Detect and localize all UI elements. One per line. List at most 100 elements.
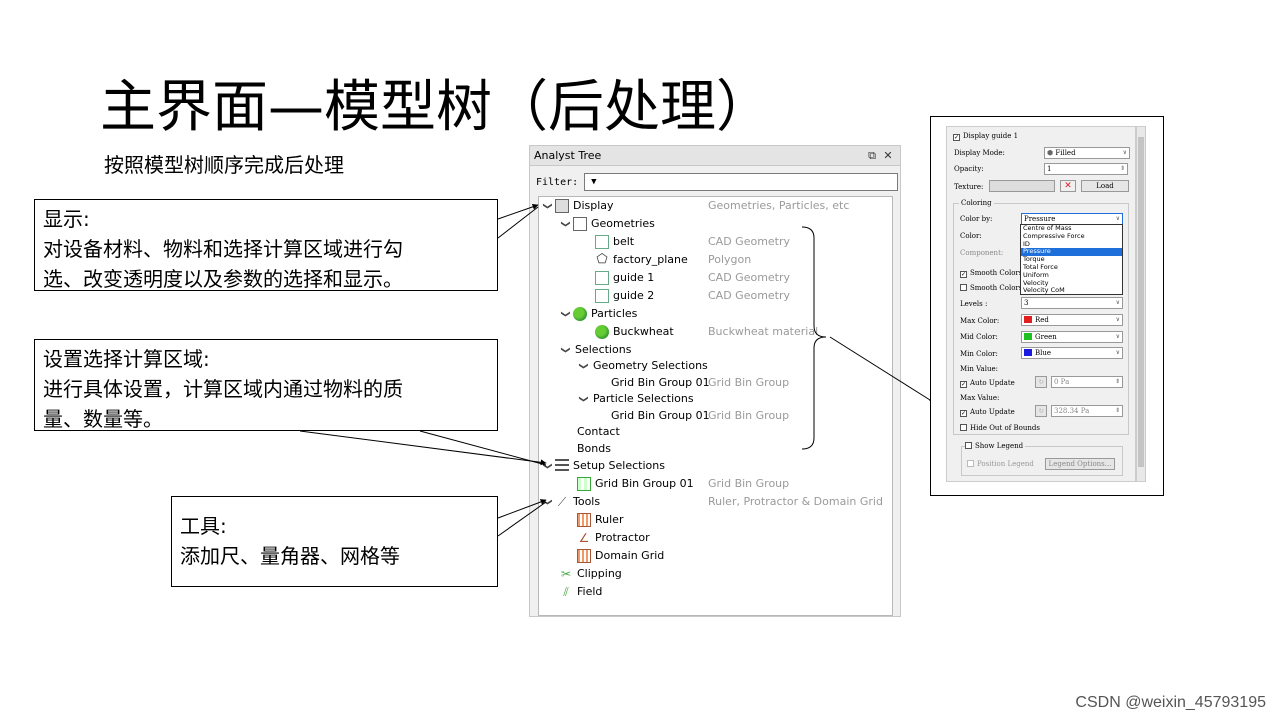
filter-label: Filter: xyxy=(536,176,579,188)
tree-item-grid-bin-group-part[interactable]: Grid Bin Group 01 xyxy=(611,407,710,425)
auto-update-checkbox-1[interactable]: ✓ Auto Update xyxy=(960,378,1015,388)
chevron-down-icon[interactable]: ❯ xyxy=(538,496,556,508)
checkbox-unchecked-icon[interactable] xyxy=(960,424,967,431)
tree-item-label: Setup Selections xyxy=(573,459,665,472)
min-color-combo[interactable]: Blue ∨ xyxy=(1021,347,1123,359)
particle-material-icon xyxy=(595,325,609,339)
display-guide-checkbox[interactable]: ✓ Display guide 1 xyxy=(953,131,1018,141)
checkbox-checked-icon[interactable]: ✓ xyxy=(953,134,960,141)
spin-icon: ⇕ xyxy=(1114,378,1120,385)
tree-item-grid-bin-group-setup[interactable]: Grid Bin Group 01 xyxy=(575,475,694,493)
tree-item-geometry-selections[interactable]: ❯ Geometry Selections xyxy=(577,357,708,375)
tree-item-label: Geometries xyxy=(591,217,655,230)
dropdown-option[interactable]: Velocity CoM xyxy=(1021,287,1122,295)
close-icon[interactable]: ✕ xyxy=(880,149,896,162)
auto-update-checkbox-2[interactable]: ✓ Auto Update xyxy=(960,407,1015,417)
checkbox-checked-icon[interactable]: ✓ xyxy=(960,410,967,417)
cad-geometry-icon xyxy=(595,289,609,303)
tree-item-belt[interactable]: belt xyxy=(593,233,634,251)
callout-display-line2: 对设备材料、物料和选择计算区域进行勾 xyxy=(43,237,403,261)
hide-out-of-bounds-checkbox[interactable]: Hide Out of Bounds xyxy=(960,423,1040,433)
tree-item-label: Grid Bin Group 01 xyxy=(595,477,694,490)
tree-item-bonds[interactable]: Bonds xyxy=(577,440,611,458)
chevron-down-icon[interactable]: ❯ xyxy=(574,393,592,405)
tree-item-desc: CAD Geometry xyxy=(708,289,791,302)
watermark: CSDN @weixin_45793195 xyxy=(1075,694,1266,711)
mid-color-combo[interactable]: Green ∨ xyxy=(1021,331,1123,343)
properties-scrollbar[interactable] xyxy=(1136,126,1146,482)
refresh-icon[interactable]: ↻ xyxy=(1035,405,1047,417)
opacity-spinbox[interactable]: 1 ⇕ xyxy=(1044,163,1128,175)
min-value-spinbox[interactable]: 0 Pa ⇕ xyxy=(1051,376,1123,388)
max-value-spinbox[interactable]: 328.34 Pa ⇕ xyxy=(1051,405,1123,417)
texture-field[interactable] xyxy=(989,180,1055,192)
max-value-label: Max Value: xyxy=(960,394,1000,402)
chevron-down-icon: ∨ xyxy=(1115,349,1120,356)
checkbox-checked-icon[interactable]: ✓ xyxy=(960,271,967,278)
chevron-down-icon[interactable]: ❯ xyxy=(556,308,574,320)
callout-display-line3: 选、改变透明度以及参数的选择和显示。 xyxy=(43,267,403,291)
chevron-down-icon[interactable]: ❯ xyxy=(556,218,574,230)
chevron-down-icon[interactable]: ❯ xyxy=(556,344,574,356)
checkbox-unchecked-icon[interactable] xyxy=(967,460,974,467)
refresh-icon[interactable]: ↻ xyxy=(1035,376,1047,388)
chevron-down-icon[interactable]: ❯ xyxy=(538,460,556,472)
color-by-dropdown-list[interactable]: Centre of Mass Compressive Force ID Pressur… xyxy=(1020,224,1123,295)
coloring-group-title: Coloring xyxy=(959,198,994,208)
filter-combo[interactable]: ▼ xyxy=(584,173,899,191)
levels-combo[interactable]: 3 ∨ xyxy=(1021,297,1123,309)
tree-item-protractor[interactable]: ∠ Protractor xyxy=(575,529,650,547)
smooth-colors-checkbox-2[interactable]: Smooth Colors xyxy=(960,283,1022,293)
chevron-down-icon: ∨ xyxy=(1115,333,1120,340)
tree-item-guide-2[interactable]: guide 2 xyxy=(593,287,654,305)
show-legend-label: Show Legend xyxy=(975,442,1024,450)
tree-view[interactable]: ❯ Display Geometries, Particles, etc ❯ G… xyxy=(538,196,893,616)
display-icon xyxy=(555,199,569,213)
show-legend-checkbox[interactable]: Show Legend xyxy=(965,441,1026,451)
tree-item-display[interactable]: ❯ Display xyxy=(541,197,614,215)
display-mode-value: Filled xyxy=(1055,149,1076,157)
tree-item-contact[interactable]: Contact xyxy=(577,423,620,441)
tree-item-clipping[interactable]: ✂ Clipping xyxy=(557,565,622,583)
tree-item-label: guide 1 xyxy=(613,271,655,284)
position-legend-checkbox[interactable]: Position Legend xyxy=(967,459,1034,469)
tree-item-domain-grid[interactable]: Domain Grid xyxy=(575,547,664,565)
scrollbar-thumb[interactable] xyxy=(1138,137,1144,467)
callout-tools: 工具: 添加尺、量角器、网格等 xyxy=(171,496,498,587)
tree-item-setup-selections[interactable]: ❯ Setup Selections xyxy=(541,457,665,475)
checkbox-checked-icon[interactable]: ✓ xyxy=(960,381,967,388)
tree-item-ruler[interactable]: Ruler xyxy=(575,511,623,529)
filter-row: Filter: ▼ xyxy=(536,173,899,191)
tree-item-guide-1[interactable]: guide 1 xyxy=(593,269,654,287)
dropdown-option[interactable]: Compressive Force xyxy=(1021,232,1122,241)
tree-item-desc: Buckwheat material xyxy=(708,325,819,338)
chevron-down-icon: ∨ xyxy=(1115,316,1120,323)
tree-item-field[interactable]: ⫽ Field xyxy=(557,583,602,601)
chevron-down-icon: ∨ xyxy=(1122,149,1127,156)
chevron-down-icon[interactable]: ❯ xyxy=(574,360,592,372)
callout-setup: 设置选择计算区域: 进行具体设置，计算区域内通过物料的质 量、数量等。 xyxy=(34,339,498,431)
callout-setup-title: 设置选择计算区域: xyxy=(43,347,210,371)
display-mode-combo[interactable]: ⬢ Filled ∨ xyxy=(1044,147,1130,159)
legend-options-button[interactable]: Legend Options... xyxy=(1045,458,1115,470)
load-button[interactable]: Load xyxy=(1081,180,1129,192)
tree-item-geometries[interactable]: ❯ Geometries xyxy=(559,215,655,233)
tree-item-factory-plane[interactable]: ⬠ factory_plane xyxy=(593,251,687,269)
checkbox-unchecked-icon[interactable] xyxy=(965,442,972,449)
mid-color-value: Green xyxy=(1035,333,1057,341)
smooth-colors-label: Smooth Colors xyxy=(970,269,1023,277)
tree-item-buckwheat[interactable]: Buckwheat xyxy=(593,323,674,341)
tree-item-desc: Ruler, Protractor & Domain Grid xyxy=(708,495,883,508)
clear-texture-button[interactable]: ✕ xyxy=(1060,180,1076,192)
checkbox-unchecked-icon[interactable] xyxy=(960,284,967,291)
tree-item-particle-selections[interactable]: ❯ Particle Selections xyxy=(577,390,694,408)
particles-icon xyxy=(573,307,587,321)
chevron-down-icon[interactable]: ❯ xyxy=(538,200,556,212)
tree-item-label: Domain Grid xyxy=(595,549,665,562)
smooth-colors-checkbox-1[interactable]: ✓ Smooth Colors xyxy=(960,268,1022,278)
protractor-icon: ∠ xyxy=(578,531,590,545)
tree-item-particles[interactable]: ❯ Particles xyxy=(559,305,637,323)
tree-item-tools[interactable]: ❯ ⟋ Tools xyxy=(541,493,600,511)
max-color-combo[interactable]: Red ∨ xyxy=(1021,314,1123,326)
float-icon[interactable]: ⧉ xyxy=(864,149,880,163)
